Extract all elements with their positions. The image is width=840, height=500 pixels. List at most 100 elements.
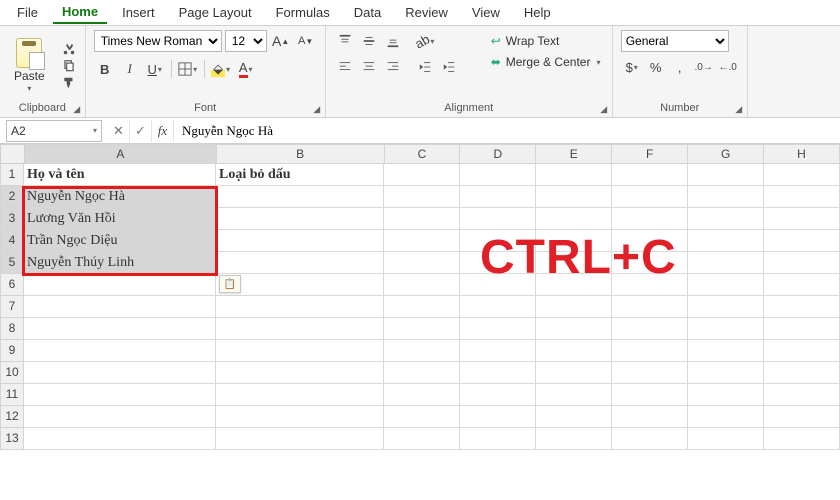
number-dialog-launcher[interactable]: ◢: [733, 103, 745, 115]
col-header-D[interactable]: D: [460, 144, 536, 164]
tab-home[interactable]: Home: [53, 1, 107, 24]
select-all-corner[interactable]: [0, 144, 25, 164]
col-header-B[interactable]: B: [217, 144, 385, 164]
clipboard-dialog-launcher[interactable]: ◢: [71, 103, 83, 115]
cell[interactable]: [536, 296, 612, 318]
wrap-text-button[interactable]: ↩ Wrap Text: [486, 32, 606, 50]
cell[interactable]: [216, 186, 384, 208]
increase-decimal-button[interactable]: .0→: [693, 56, 715, 78]
cell[interactable]: [384, 164, 460, 186]
formula-input[interactable]: [174, 120, 840, 142]
cell[interactable]: [384, 230, 460, 252]
cell[interactable]: [216, 252, 384, 274]
row-header[interactable]: 6: [0, 274, 24, 296]
row-header[interactable]: 11: [0, 384, 24, 406]
cell[interactable]: [460, 208, 536, 230]
cell-A2[interactable]: Nguyễn Ngọc Hà: [24, 186, 216, 208]
cell[interactable]: [688, 164, 764, 186]
cell[interactable]: [384, 318, 460, 340]
cell[interactable]: [24, 428, 216, 450]
row-header[interactable]: 2: [0, 186, 24, 208]
tab-help[interactable]: Help: [515, 2, 560, 23]
row-header[interactable]: 8: [0, 318, 24, 340]
cell[interactable]: [24, 318, 216, 340]
cell[interactable]: [612, 208, 688, 230]
cell[interactable]: [384, 274, 460, 296]
cell-B1[interactable]: Loại bỏ dấu: [216, 164, 384, 186]
cell[interactable]: [460, 318, 536, 340]
enter-formula-button[interactable]: ✓: [130, 120, 152, 142]
cells-area[interactable]: Họ và tên Loại bỏ dấu Nguyễn Ngọc Hà Lươ…: [24, 164, 840, 450]
cell-A5[interactable]: Nguyễn Thúy Linh: [24, 252, 216, 274]
cell[interactable]: [764, 252, 840, 274]
cell[interactable]: [688, 318, 764, 340]
cell[interactable]: [460, 164, 536, 186]
cell[interactable]: [612, 428, 688, 450]
row-header[interactable]: 4: [0, 230, 24, 252]
cell[interactable]: [216, 318, 384, 340]
cell[interactable]: [688, 186, 764, 208]
cell[interactable]: [688, 208, 764, 230]
cell[interactable]: [216, 406, 384, 428]
cell[interactable]: [612, 164, 688, 186]
cell-A4[interactable]: Trần Ngọc Diệu: [24, 230, 216, 252]
number-format-select[interactable]: General: [621, 30, 729, 52]
tab-file[interactable]: File: [8, 2, 47, 23]
cell[interactable]: [688, 274, 764, 296]
cell[interactable]: [764, 384, 840, 406]
cell[interactable]: [216, 428, 384, 450]
cell[interactable]: [24, 340, 216, 362]
row-header[interactable]: 3: [0, 208, 24, 230]
underline-button[interactable]: U: [144, 58, 166, 80]
cell[interactable]: [536, 164, 612, 186]
borders-button[interactable]: [177, 58, 199, 80]
format-painter-button[interactable]: [61, 76, 77, 90]
cell[interactable]: [688, 340, 764, 362]
cell[interactable]: [688, 428, 764, 450]
cell[interactable]: [384, 384, 460, 406]
col-header-C[interactable]: C: [385, 144, 461, 164]
bold-button[interactable]: B: [94, 58, 116, 80]
align-right-button[interactable]: [382, 56, 404, 78]
col-header-E[interactable]: E: [536, 144, 612, 164]
cell[interactable]: [24, 274, 216, 296]
row-header[interactable]: 12: [0, 406, 24, 428]
fx-button[interactable]: fx: [152, 120, 174, 142]
align-top-button[interactable]: [334, 30, 356, 52]
tab-page-layout[interactable]: Page Layout: [170, 2, 261, 23]
col-header-F[interactable]: F: [612, 144, 688, 164]
align-bottom-button[interactable]: [382, 30, 404, 52]
cell[interactable]: [688, 406, 764, 428]
cell[interactable]: [536, 428, 612, 450]
cell[interactable]: [764, 208, 840, 230]
cell[interactable]: [536, 384, 612, 406]
cell[interactable]: [24, 384, 216, 406]
col-header-G[interactable]: G: [688, 144, 764, 164]
cell[interactable]: [612, 362, 688, 384]
align-left-button[interactable]: [334, 56, 356, 78]
cell[interactable]: [460, 384, 536, 406]
cell[interactable]: [460, 362, 536, 384]
cell[interactable]: [612, 384, 688, 406]
cell[interactable]: [688, 230, 764, 252]
name-box[interactable]: A2 ▾: [6, 120, 102, 142]
tab-data[interactable]: Data: [345, 2, 390, 23]
cell[interactable]: [460, 406, 536, 428]
cell[interactable]: [24, 362, 216, 384]
align-middle-button[interactable]: [358, 30, 380, 52]
cell[interactable]: [384, 296, 460, 318]
col-header-A[interactable]: A: [25, 144, 217, 164]
row-header[interactable]: 13: [0, 428, 24, 450]
tab-review[interactable]: Review: [396, 2, 457, 23]
tab-insert[interactable]: Insert: [113, 2, 164, 23]
cell[interactable]: [384, 406, 460, 428]
font-name-select[interactable]: Times New Roman: [94, 30, 222, 52]
cell[interactable]: [612, 296, 688, 318]
cell[interactable]: [612, 406, 688, 428]
cell[interactable]: [536, 208, 612, 230]
decrease-font-button[interactable]: A▼: [295, 30, 317, 52]
cell[interactable]: [764, 340, 840, 362]
percent-format-button[interactable]: %: [645, 56, 667, 78]
cell[interactable]: [384, 208, 460, 230]
cell[interactable]: [536, 186, 612, 208]
